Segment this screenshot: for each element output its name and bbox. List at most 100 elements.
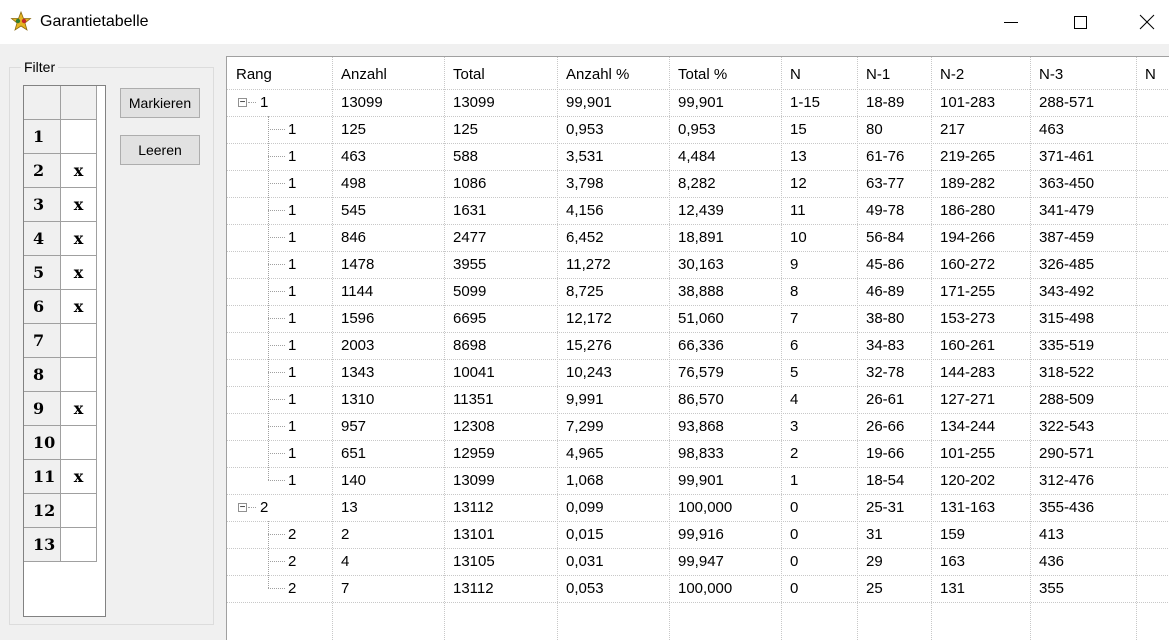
filter-grid[interactable]: 1 2 x 3 x 4 x 5 x 6 x 7 8 9 x 10 11 x 12 13 xyxy=(23,85,106,617)
row-rank-cell[interactable]: 1 xyxy=(288,359,332,386)
table-cell[interactable]: 957 xyxy=(332,413,444,440)
table-cell[interactable]: 10041 xyxy=(444,359,557,386)
table-cell[interactable]: 80 xyxy=(857,116,931,143)
filter-row-mark[interactable]: x xyxy=(61,256,97,290)
row-rank-cell[interactable]: 1 xyxy=(288,251,332,278)
table-cell[interactable]: 15,276 xyxy=(557,332,669,359)
table-cell[interactable]: 160-261 xyxy=(931,332,1030,359)
filter-row-number[interactable]: 11 xyxy=(24,460,61,494)
table-cell[interactable]: 1478 xyxy=(332,251,444,278)
table-cell[interactable]: 10 xyxy=(781,224,857,251)
filter-row-number[interactable]: 5 xyxy=(24,256,61,290)
row-rank-cell[interactable]: 1 xyxy=(288,305,332,332)
leeren-button[interactable]: Leeren xyxy=(120,135,200,165)
table-cell[interactable]: 99,901 xyxy=(557,89,669,116)
table-cell[interactable]: 38-80 xyxy=(857,305,931,332)
table-cell[interactable]: 0,953 xyxy=(669,116,781,143)
filter-row-number[interactable]: 7 xyxy=(24,324,61,358)
table-cell[interactable]: 45-86 xyxy=(857,251,931,278)
table-cell[interactable]: 355 xyxy=(1030,575,1136,602)
column-header[interactable]: N-2 xyxy=(931,61,1030,88)
row-rank-cell[interactable]: 1 xyxy=(288,332,332,359)
filter-row[interactable]: 8 xyxy=(24,358,97,392)
column-header[interactable]: N-1 xyxy=(857,61,931,88)
row-rank-cell[interactable]: 1 xyxy=(288,467,332,494)
table-cell[interactable]: 2 xyxy=(332,521,444,548)
table-cell[interactable]: 1,068 xyxy=(557,467,669,494)
row-rank-cell[interactable]: 1 xyxy=(288,197,332,224)
row-rank-cell[interactable]: 1 xyxy=(288,278,332,305)
row-rank-cell[interactable]: 1 xyxy=(288,440,332,467)
table-cell[interactable]: 5 xyxy=(781,359,857,386)
table-cell[interactable]: 9,991 xyxy=(557,386,669,413)
table-cell[interactable]: 98,833 xyxy=(669,440,781,467)
table-cell[interactable]: 29 xyxy=(857,548,931,575)
table-cell[interactable]: 101-255 xyxy=(931,440,1030,467)
table-cell[interactable]: 545 xyxy=(332,197,444,224)
filter-row-mark[interactable] xyxy=(61,120,97,154)
filter-row-number[interactable]: 3 xyxy=(24,188,61,222)
table-cell[interactable]: 219-265 xyxy=(931,143,1030,170)
table-cell[interactable]: 343-492 xyxy=(1030,278,1136,305)
table-cell[interactable]: 7 xyxy=(332,575,444,602)
table-cell[interactable]: 0,031 xyxy=(557,548,669,575)
table-cell[interactable]: 4 xyxy=(332,548,444,575)
row-rank-cell[interactable]: 1 xyxy=(288,116,332,143)
table-cell[interactable]: 76,579 xyxy=(669,359,781,386)
table-cell[interactable]: 194-266 xyxy=(931,224,1030,251)
table-cell[interactable]: 186-280 xyxy=(931,197,1030,224)
table-cell[interactable]: 290-571 xyxy=(1030,440,1136,467)
table-cell[interactable]: 3,531 xyxy=(557,143,669,170)
table-cell[interactable]: 288-509 xyxy=(1030,386,1136,413)
table-cell[interactable]: 1631 xyxy=(444,197,557,224)
table-cell[interactable]: 26-66 xyxy=(857,413,931,440)
table-cell[interactable]: 134-244 xyxy=(931,413,1030,440)
table-cell[interactable]: 101-283 xyxy=(931,89,1030,116)
table-cell[interactable]: 413 xyxy=(1030,521,1136,548)
table-cell[interactable]: 6,452 xyxy=(557,224,669,251)
table-cell[interactable]: 8 xyxy=(781,278,857,305)
table-cell[interactable]: 12308 xyxy=(444,413,557,440)
table-cell[interactable]: 51,060 xyxy=(669,305,781,332)
table-cell[interactable]: 588 xyxy=(444,143,557,170)
table-cell[interactable]: 4,156 xyxy=(557,197,669,224)
table-cell[interactable]: 140 xyxy=(332,467,444,494)
filter-row[interactable]: 11 x xyxy=(24,460,97,494)
filter-row[interactable]: 6x xyxy=(24,290,97,324)
table-cell[interactable]: 322-543 xyxy=(1030,413,1136,440)
table-cell[interactable]: 1-15 xyxy=(781,89,857,116)
table-cell[interactable]: 0,053 xyxy=(557,575,669,602)
table-cell[interactable]: 312-476 xyxy=(1030,467,1136,494)
table-cell[interactable]: 13101 xyxy=(444,521,557,548)
column-header[interactable]: Total % xyxy=(669,61,781,88)
filter-row[interactable]: 3x xyxy=(24,188,97,222)
table-cell[interactable]: 32-78 xyxy=(857,359,931,386)
table-cell[interactable]: 171-255 xyxy=(931,278,1030,305)
filter-row-number[interactable]: 2 xyxy=(24,154,61,188)
table-cell[interactable]: 0 xyxy=(781,494,857,521)
row-rank-cell[interactable]: 2 xyxy=(288,521,332,548)
filter-row[interactable]: 9x xyxy=(24,392,97,426)
table-cell[interactable]: 6 xyxy=(781,332,857,359)
row-rank-cell[interactable]: 1 xyxy=(288,224,332,251)
table-cell[interactable]: 13 xyxy=(781,143,857,170)
table-cell[interactable]: 355-436 xyxy=(1030,494,1136,521)
table-cell[interactable]: 387-459 xyxy=(1030,224,1136,251)
table-cell[interactable]: 3955 xyxy=(444,251,557,278)
table-cell[interactable]: 4,484 xyxy=(669,143,781,170)
table-cell[interactable]: 1144 xyxy=(332,278,444,305)
table-cell[interactable]: 125 xyxy=(332,116,444,143)
filter-row-mark[interactable] xyxy=(61,358,97,392)
filter-row[interactable]: 12 xyxy=(24,494,97,528)
filter-row-mark[interactable] xyxy=(61,426,97,460)
maximize-button[interactable] xyxy=(1057,0,1103,44)
filter-row[interactable]: 7 xyxy=(24,324,97,358)
table-cell[interactable]: 100,000 xyxy=(669,494,781,521)
table-cell[interactable]: 13105 xyxy=(444,548,557,575)
table-cell[interactable]: 1343 xyxy=(332,359,444,386)
table-cell[interactable]: 13099 xyxy=(444,467,557,494)
table-cell[interactable]: 144-283 xyxy=(931,359,1030,386)
table-cell[interactable]: 4,965 xyxy=(557,440,669,467)
table-cell[interactable]: 11 xyxy=(781,197,857,224)
column-header[interactable]: Anzahl % xyxy=(557,61,669,88)
